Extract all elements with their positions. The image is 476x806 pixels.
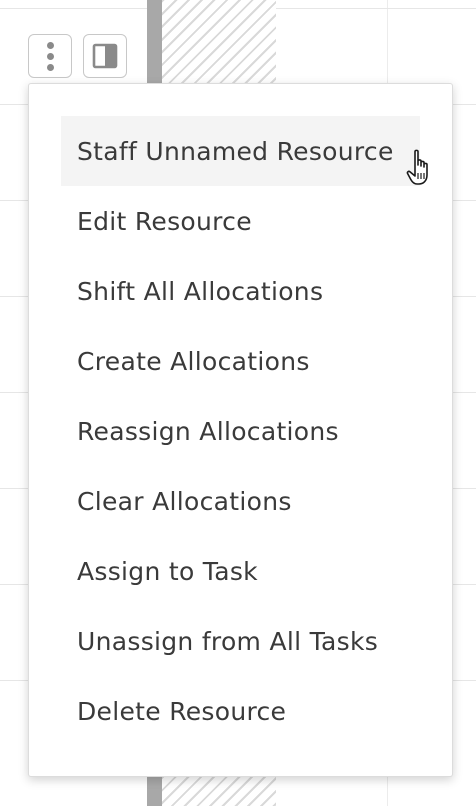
menu-item-staff-unnamed-resource[interactable]: Staff Unnamed Resource	[61, 116, 420, 186]
menu-item-clear-allocations[interactable]: Clear Allocations	[61, 466, 420, 536]
menu-item-label: Shift All Allocations	[77, 276, 324, 306]
menu-item-label: Reassign Allocations	[77, 416, 339, 446]
menu-item-label: Staff Unnamed Resource	[77, 136, 394, 166]
menu-item-unassign-from-all-tasks[interactable]: Unassign from All Tasks	[61, 606, 420, 676]
menu-item-label: Unassign from All Tasks	[77, 626, 379, 656]
side-panel-icon	[92, 43, 118, 69]
more-options-button[interactable]	[28, 34, 72, 78]
menu-item-delete-resource[interactable]: Delete Resource	[61, 676, 420, 746]
menu-item-edit-resource[interactable]: Edit Resource	[61, 186, 420, 256]
menu-item-label: Edit Resource	[77, 206, 252, 236]
menu-item-assign-to-task[interactable]: Assign to Task	[61, 536, 420, 606]
menu-item-label: Assign to Task	[77, 556, 258, 586]
toggle-panel-button[interactable]	[83, 34, 127, 78]
menu-item-label: Delete Resource	[77, 696, 287, 726]
resource-context-menu: Staff Unnamed Resource Edit Resource Shi…	[28, 83, 453, 777]
menu-item-reassign-allocations[interactable]: Reassign Allocations	[61, 396, 420, 466]
menu-item-label: Clear Allocations	[77, 486, 292, 516]
more-vertical-icon	[46, 41, 54, 71]
menu-item-label: Create Allocations	[77, 346, 310, 376]
menu-item-shift-all-allocations[interactable]: Shift All Allocations	[61, 256, 420, 326]
hand-pointer-icon	[406, 149, 428, 185]
menu-item-create-allocations[interactable]: Create Allocations	[61, 326, 420, 396]
